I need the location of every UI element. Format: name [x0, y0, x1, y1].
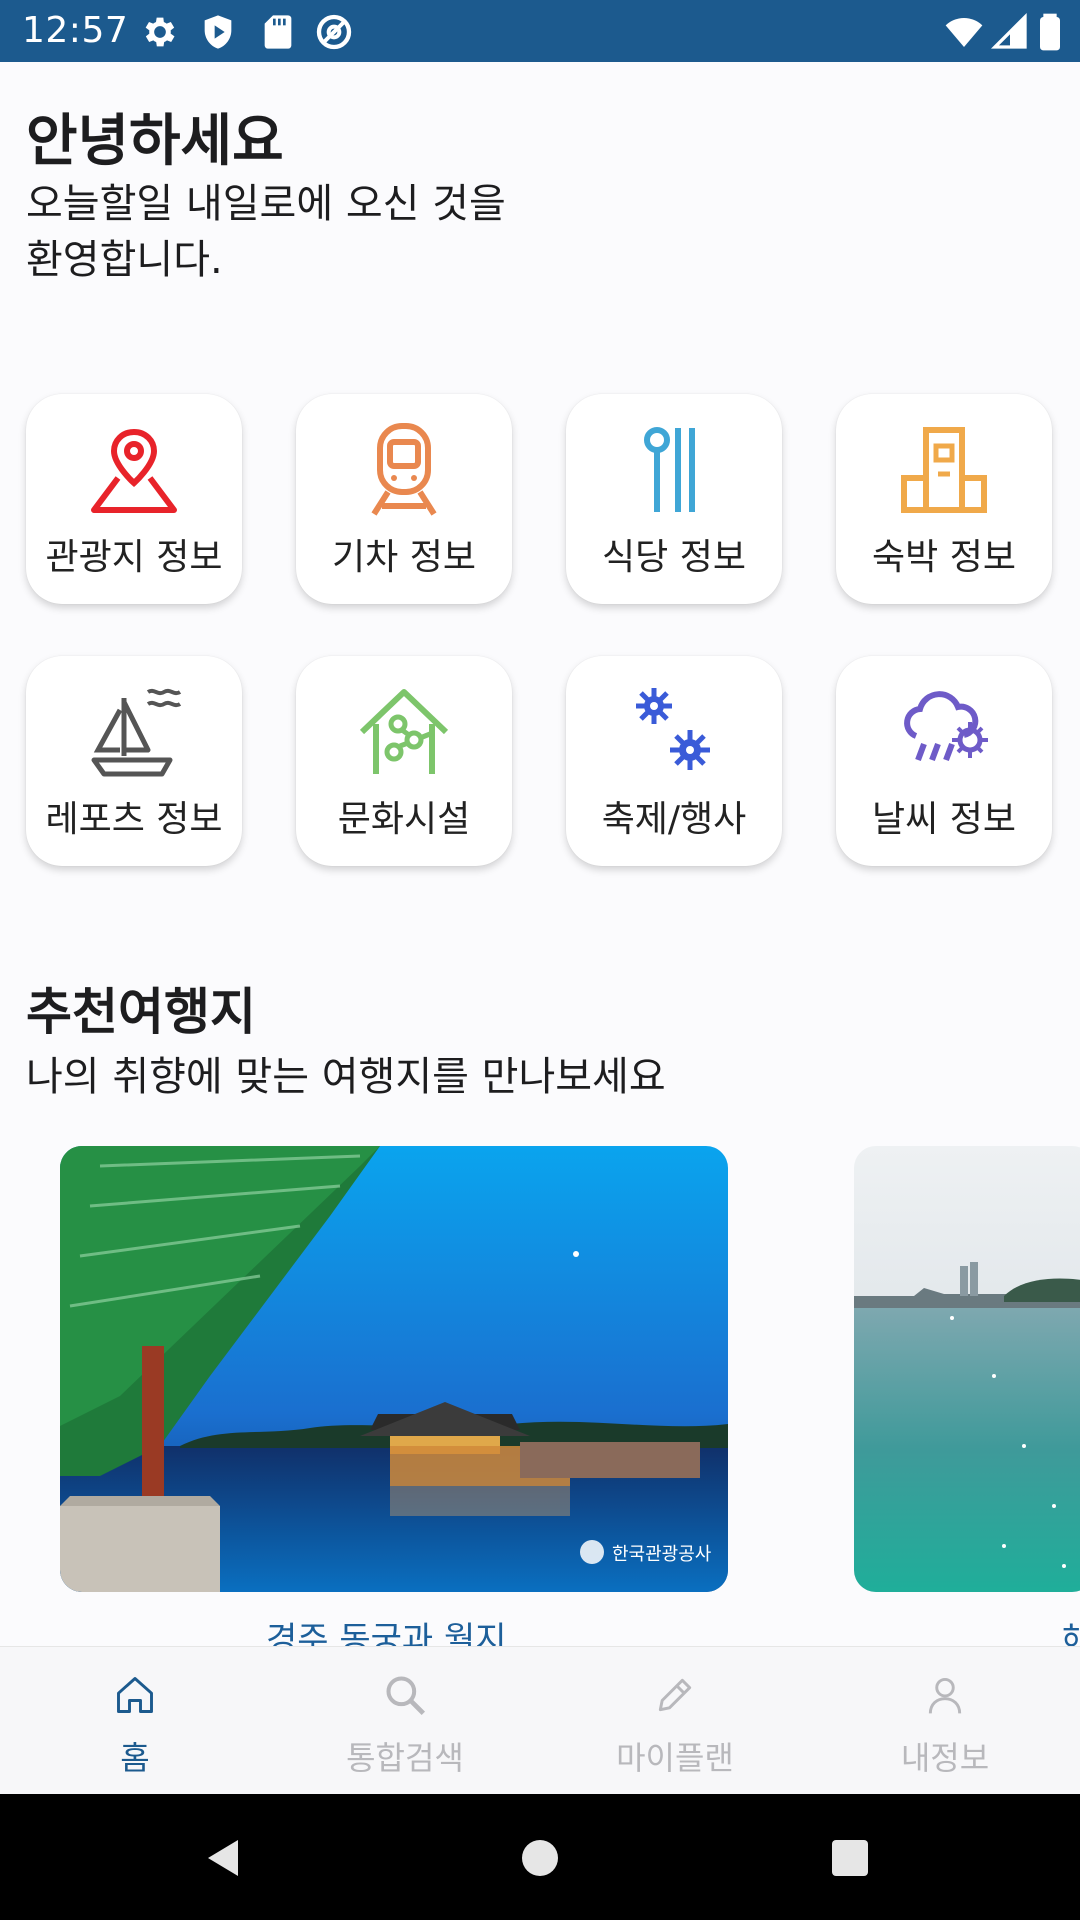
nav-my-info[interactable]: 내정보	[810, 1647, 1080, 1795]
category-culture-button[interactable]: 문화시설	[296, 656, 512, 866]
recommend-subtitle: 나의 취향에 맞는 여행지를 만나보세요	[26, 1054, 666, 1100]
wifi-icon	[944, 12, 984, 52]
greeting-title: 안녕하세요	[26, 109, 284, 174]
recents-icon[interactable]	[826, 1834, 874, 1882]
greeting-subtitle-line1: 오늘할일 내일로에 오신 것을	[26, 181, 506, 227]
at-sign-icon	[314, 12, 354, 52]
bottom-nav: 홈 통합검색 마이플랜 내정보	[0, 1646, 1080, 1795]
back-icon[interactable]	[200, 1834, 248, 1882]
search-icon	[383, 1673, 427, 1717]
gear-icon	[140, 12, 180, 52]
recommend-card-image[interactable]: 한국관광공사	[60, 1146, 728, 1592]
map-pin-icon	[84, 418, 184, 518]
sd-card-icon	[258, 12, 298, 52]
building-icon	[894, 418, 994, 518]
category-label: 날씨 정보	[872, 799, 1016, 840]
pencil-icon	[653, 1673, 697, 1717]
category-restaurant-button[interactable]: 식당 정보	[566, 394, 782, 604]
recommend-card-image-2[interactable]	[854, 1146, 1080, 1592]
category-tourist-spot-button[interactable]: 관광지 정보	[26, 394, 242, 604]
category-label: 관광지 정보	[45, 537, 223, 578]
category-train-button[interactable]: 기차 정보	[296, 394, 512, 604]
category-festival-button[interactable]: 축제/행사	[566, 656, 782, 866]
category-lodging-button[interactable]: 숙박 정보	[836, 394, 1052, 604]
category-label: 기차 정보	[332, 537, 476, 578]
festival-sparkle-icon	[624, 680, 724, 780]
category-weather-button[interactable]: 날씨 정보	[836, 656, 1052, 866]
weather-cloud-icon	[894, 680, 994, 780]
category-label: 숙박 정보	[872, 537, 1016, 578]
nav-label: 홈	[120, 1739, 150, 1777]
home-circle-icon[interactable]	[516, 1834, 564, 1882]
nav-my-plan[interactable]: 마이플랜	[540, 1647, 810, 1795]
nav-label: 마이플랜	[616, 1739, 734, 1777]
train-icon	[354, 418, 454, 518]
nav-label: 통합검색	[346, 1739, 464, 1777]
category-label: 축제/행사	[601, 799, 747, 840]
greeting-subtitle: 오늘할일 내일로에 오신 것을 환영합니다.	[26, 176, 586, 288]
home-icon	[113, 1673, 157, 1717]
status-bar: 12:57	[0, 0, 1080, 62]
sailboat-icon	[84, 680, 184, 780]
nav-label: 내정보	[900, 1739, 990, 1777]
nav-search[interactable]: 통합검색	[270, 1647, 540, 1795]
category-label: 문화시설	[337, 799, 471, 840]
category-label: 식당 정보	[602, 537, 746, 578]
greeting-subtitle-line2: 환영합니다.	[26, 237, 223, 283]
category-leisure-sports-button[interactable]: 레포츠 정보	[26, 656, 242, 866]
signal-icon	[990, 12, 1030, 52]
nav-home[interactable]: 홈	[0, 1647, 270, 1795]
status-time: 12:57	[22, 10, 129, 51]
person-icon	[923, 1673, 967, 1717]
shield-icon	[198, 12, 238, 52]
watermark-text: 한국관광공사	[612, 1544, 712, 1565]
beach-sea-photo	[854, 1146, 1080, 1592]
battery-icon	[1030, 12, 1070, 52]
system-nav-bar	[0, 1794, 1080, 1920]
cutlery-icon	[624, 418, 724, 518]
category-label: 레포츠 정보	[45, 799, 223, 840]
recommend-title: 추천여행지	[26, 983, 256, 1041]
culture-house-icon	[354, 680, 454, 780]
night-palace-pond-photo: 한국관광공사	[60, 1146, 728, 1592]
